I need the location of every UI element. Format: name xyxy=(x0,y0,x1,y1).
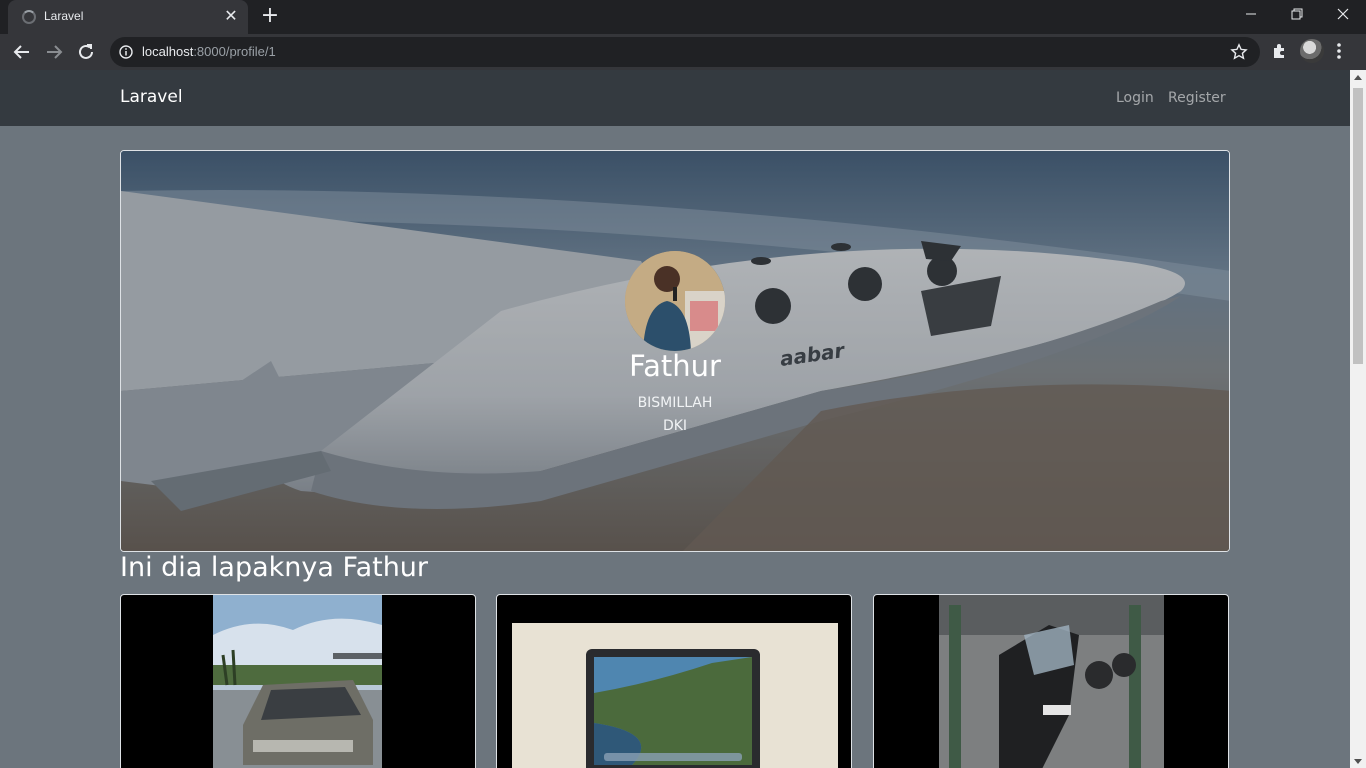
forward-button[interactable] xyxy=(40,38,68,66)
laptop-photo xyxy=(512,623,838,768)
scroll-down-icon[interactable] xyxy=(1354,759,1362,764)
lapak-heading: Ini dia lapaknya Fathur xyxy=(120,552,429,583)
close-tab-icon[interactable]: ✕ xyxy=(222,7,240,25)
restore-button[interactable] xyxy=(1274,0,1320,30)
scroll-up-icon[interactable] xyxy=(1354,75,1362,80)
profile-avatar-button[interactable] xyxy=(1300,39,1324,63)
back-arrow-icon xyxy=(13,45,29,59)
reload-button[interactable] xyxy=(72,38,100,66)
close-window-button[interactable] xyxy=(1320,0,1366,30)
minimize-button[interactable] xyxy=(1228,0,1274,30)
info-icon[interactable] xyxy=(119,45,133,59)
site-navbar: Laravel Login Register xyxy=(0,70,1350,126)
bookmark-star-icon[interactable] xyxy=(1230,43,1248,61)
page-viewport: Laravel Login Register aabar Fathur BISM… xyxy=(0,70,1366,768)
product-card[interactable] xyxy=(496,594,852,768)
more-menu-icon[interactable] xyxy=(1336,42,1342,60)
profile-city: DKI xyxy=(662,418,688,434)
back-button[interactable] xyxy=(8,38,36,66)
forward-arrow-icon xyxy=(47,45,63,59)
reload-icon xyxy=(79,44,93,59)
profile-jumbotron: aabar Fathur BISMILLAH DKI xyxy=(120,150,1230,552)
product-card[interactable] xyxy=(120,594,476,768)
navbar-brand[interactable]: Laravel xyxy=(120,87,183,107)
login-link[interactable]: Login xyxy=(1116,90,1154,106)
browser-toolbar: localhost:8000/profile/1 xyxy=(0,34,1366,70)
address-bar[interactable]: localhost:8000/profile/1 xyxy=(110,37,1260,67)
browser-tab[interactable]: Laravel ✕ xyxy=(8,0,248,34)
loading-icon xyxy=(22,10,36,24)
extensions-puzzle-icon[interactable] xyxy=(1271,42,1289,60)
motorcycle-photo xyxy=(939,595,1164,768)
profile-avatar-image xyxy=(625,251,725,351)
url-text: localhost:8000/profile/1 xyxy=(142,44,276,59)
page-scrollbar[interactable] xyxy=(1350,70,1366,768)
profile-name: Fathur xyxy=(629,349,721,383)
profile-bio: BISMILLAH xyxy=(637,395,713,411)
new-tab-button[interactable]: + xyxy=(256,4,284,30)
tab-title: Laravel xyxy=(44,9,84,23)
product-card[interactable] xyxy=(873,594,1229,768)
scrollbar-thumb[interactable] xyxy=(1353,88,1363,364)
car-photo xyxy=(213,595,382,768)
browser-tab-strip: Laravel ✕ + xyxy=(0,0,1366,34)
register-link[interactable]: Register xyxy=(1168,90,1226,106)
